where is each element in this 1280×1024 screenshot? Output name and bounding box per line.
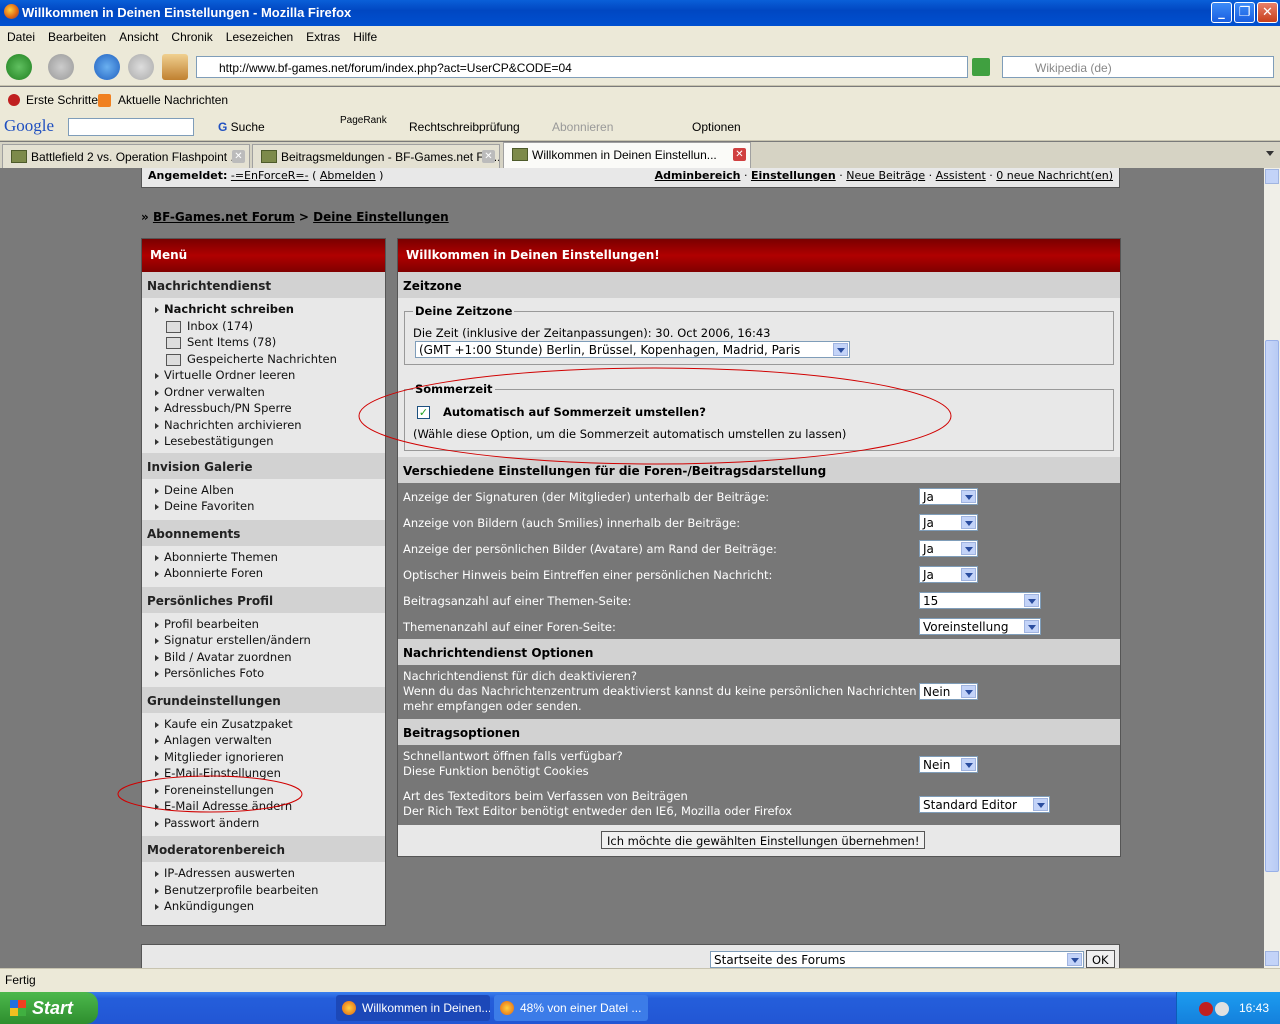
clock: 16:43: [1239, 1001, 1270, 1015]
firefox-icon: [500, 1001, 514, 1015]
close-tab-icon[interactable]: ✕: [733, 148, 746, 161]
tab-bar: Battlefield 2 vs. Operation Flashpoint .…: [0, 142, 1280, 168]
search-input[interactable]: Wikipedia (de): [1002, 56, 1274, 78]
annotation-overlay: [117, 367, 952, 813]
url-text: http://www.bf-games.net/forum/index.php?…: [219, 61, 572, 75]
reload-icon[interactable]: [94, 54, 120, 80]
menu-lesezeichen[interactable]: Lesezeichen: [219, 26, 299, 44]
close-tab-icon[interactable]: ✕: [482, 150, 495, 163]
rss-icon: [98, 94, 111, 107]
taskbar-item-firefox-active[interactable]: Willkommen in Deinen...: [336, 995, 490, 1021]
google-search-label: Suche: [230, 120, 265, 134]
navigation-toolbar: http://www.bf-games.net/forum/index.php?…: [0, 48, 1280, 86]
tab-list-icon[interactable]: [1266, 151, 1274, 156]
spellcheck-button[interactable]: Rechtschreibprüfung: [409, 120, 520, 134]
tray-icon[interactable]: [1199, 1002, 1213, 1016]
annotation-ellipse-foreneinstellungen: [117, 775, 303, 813]
scroll-down-icon[interactable]: [1265, 951, 1279, 966]
taskbar: Start Willkommen in Deinen... 48% von ei…: [0, 992, 1280, 1024]
maximize-button[interactable]: ❐: [1234, 2, 1255, 23]
tab-beitragsmeldungen[interactable]: Beitragsmeldungen - BF-Games.net Fo... ✕: [252, 144, 500, 168]
forward-icon[interactable]: [48, 54, 74, 80]
windows-logo-icon: [10, 1000, 26, 1016]
tab-favicon: [512, 148, 528, 161]
chevron-down-icon: [1067, 953, 1082, 966]
bookmark-erste-schritte[interactable]: Erste Schritte: [26, 93, 98, 107]
system-tray: 16:43: [1176, 992, 1280, 1024]
status-bar: Fertig: [0, 968, 1280, 992]
go-icon[interactable]: [972, 58, 990, 76]
home-icon[interactable]: [162, 54, 188, 80]
google-toolbar: Google G Suche PageRank Rechtschreibprüf…: [0, 113, 1280, 141]
annotation-ellipse-dst: [358, 367, 952, 465]
menu-ansicht[interactable]: Ansicht: [112, 26, 164, 44]
select-value: Startseite des Forums: [714, 953, 846, 967]
menu-extras[interactable]: Extras: [299, 26, 346, 44]
tab-label: Willkommen in Deinen Einstellun...: [532, 148, 717, 162]
pagerank: PageRank: [340, 115, 387, 126]
subscribe-button[interactable]: Abonnieren: [552, 120, 613, 134]
tab-einstellungen[interactable]: Willkommen in Deinen Einstellun... ✕: [503, 142, 751, 168]
close-tab-icon[interactable]: ✕: [232, 150, 245, 163]
close-button[interactable]: ✕: [1257, 2, 1278, 23]
menu-chronik[interactable]: Chronik: [164, 26, 218, 44]
bookmarks-toolbar: Erste Schritte Aktuelle Nachrichten: [0, 87, 1280, 113]
tab-label: Battlefield 2 vs. Operation Flashpoint .…: [31, 150, 241, 164]
minimize-button[interactable]: _: [1211, 2, 1232, 23]
scroll-up-icon[interactable]: [1265, 169, 1279, 184]
google-logo[interactable]: Google: [4, 116, 54, 136]
back-icon[interactable]: [6, 54, 32, 80]
taskbar-item-label: Willkommen in Deinen...: [362, 1001, 490, 1015]
bookmark-icon: [8, 94, 20, 106]
menu-hilfe[interactable]: Hilfe: [346, 26, 383, 44]
tab-favicon: [261, 150, 277, 163]
forum-jump-bar: Startseite des Forums OK: [141, 944, 1120, 968]
tab-battlefield[interactable]: Battlefield 2 vs. Operation Flashpoint .…: [2, 144, 250, 168]
menubar: Datei Bearbeiten Ansicht Chronik Lesezeichen…: [0, 26, 1280, 48]
stop-icon[interactable]: [128, 54, 154, 80]
url-input[interactable]: http://www.bf-games.net/forum/index.php?…: [196, 56, 968, 78]
window-titlebar: Willkommen in Deinen Einstellungen - Moz…: [0, 0, 1280, 26]
vertical-scrollbar[interactable]: [1264, 168, 1280, 968]
search-placeholder: Wikipedia (de): [1035, 61, 1112, 75]
status-text: Fertig: [5, 973, 36, 987]
firefox-icon: [4, 4, 19, 19]
options-button[interactable]: Optionen: [692, 120, 741, 134]
start-button[interactable]: Start: [0, 992, 98, 1024]
menu-datei[interactable]: Datei: [0, 26, 41, 44]
start-label: Start: [32, 998, 74, 1018]
taskbar-item-download[interactable]: 48% von einer Datei ...: [494, 995, 648, 1021]
google-search-button[interactable]: G Suche: [218, 120, 265, 134]
tray-icon[interactable]: [1215, 1002, 1229, 1016]
menu-bearbeiten[interactable]: Bearbeiten: [41, 26, 112, 44]
google-search-input[interactable]: [68, 118, 194, 136]
firefox-icon: [342, 1001, 356, 1015]
scroll-thumb[interactable]: [1265, 340, 1279, 872]
jump-ok-button[interactable]: OK: [1086, 950, 1115, 968]
window-title: Willkommen in Deinen Einstellungen - Moz…: [22, 5, 352, 20]
page-content: Angemeldet: -=EnForceR=- ( Abmelden ) Ad…: [0, 168, 1264, 968]
forum-jump-select[interactable]: Startseite des Forums: [710, 951, 1084, 968]
bookmark-aktuelle-nachrichten[interactable]: Aktuelle Nachrichten: [118, 93, 228, 107]
tab-favicon: [11, 150, 27, 163]
tab-label: Beitragsmeldungen - BF-Games.net Fo...: [281, 150, 500, 164]
taskbar-item-label: 48% von einer Datei ...: [520, 1001, 642, 1015]
